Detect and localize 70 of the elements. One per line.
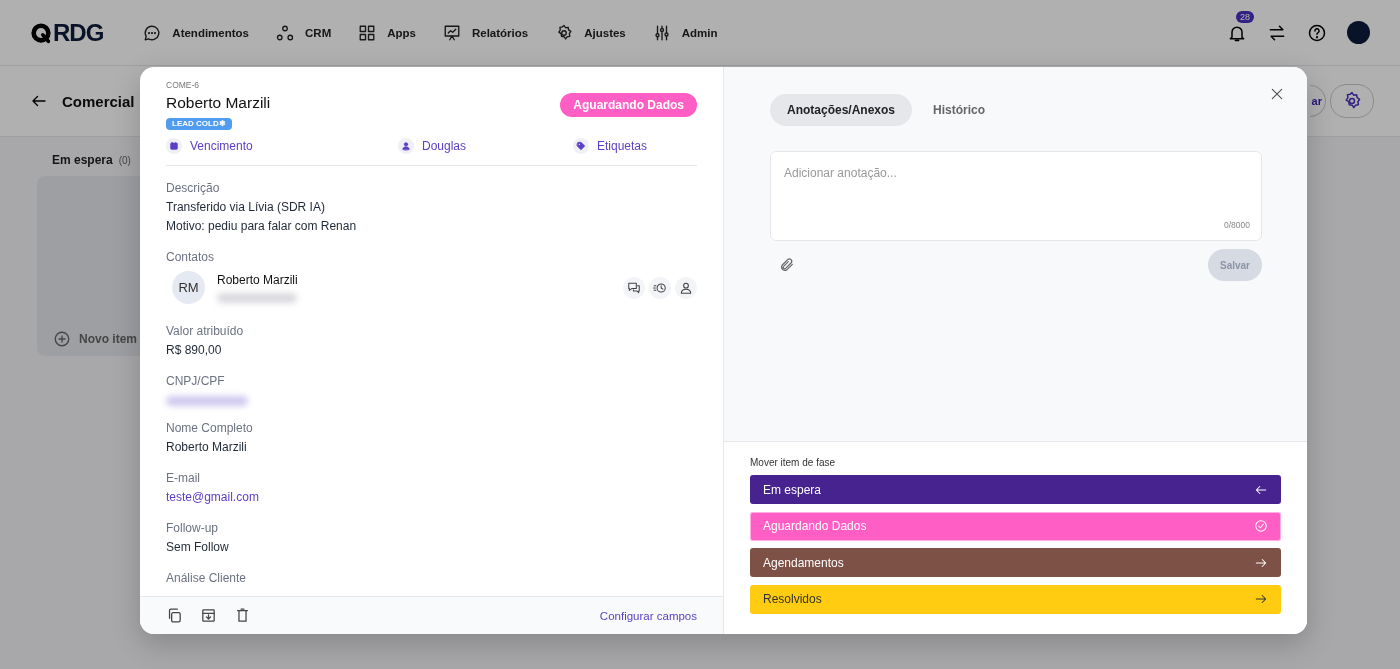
nodes-icon	[276, 23, 294, 42]
field-label: Valor atribuído	[166, 323, 245, 340]
settings-icon	[555, 23, 574, 42]
field-label: CNPJ/CPF	[166, 373, 226, 390]
field-label: Descrição	[166, 180, 221, 197]
archive-icon[interactable]	[200, 607, 217, 624]
person-outline-icon	[679, 280, 693, 295]
copy-icon[interactable]	[166, 607, 183, 624]
paperclip-icon[interactable]	[779, 257, 795, 273]
notification-badge: 28	[1236, 10, 1254, 23]
section-title: Mover item de fase	[750, 457, 837, 468]
column-title: Em espera	[52, 153, 113, 167]
field-value: R$ 890,00	[166, 342, 223, 359]
trash-icon[interactable]	[234, 607, 251, 624]
phase-button[interactable]: Em espera	[750, 475, 1281, 504]
chat-button[interactable]	[623, 276, 645, 299]
board-title: Comercial	[62, 92, 135, 110]
chat-bubble-icon	[143, 23, 162, 42]
avatar[interactable]	[1347, 21, 1370, 44]
field-value: Motivo: pediu para falar com Renan	[166, 218, 358, 235]
help-icon[interactable]	[1307, 22, 1327, 43]
field-label: Follow-up	[166, 520, 220, 537]
chat-bubbles-icon	[627, 280, 641, 295]
character-counter: 0/8000	[1224, 220, 1250, 230]
check-circle-icon	[1254, 519, 1268, 533]
field-label: E-mail	[166, 470, 201, 487]
nav-item[interactable]: Admin	[652, 23, 718, 42]
nav-item[interactable]: Apps	[358, 23, 416, 42]
nav-item[interactable]: CRM	[276, 23, 332, 42]
nav-item[interactable]: Relatórios	[442, 23, 529, 42]
configure-fields-link[interactable]: Configurar campos	[599, 609, 697, 622]
meta-link[interactable]: Vencimento	[166, 138, 398, 154]
nav-item[interactable]: Atendimentos	[143, 23, 249, 42]
tag-icon	[573, 138, 589, 154]
tab[interactable]: Histórico	[916, 94, 1003, 126]
meta-link[interactable]: Etiquetas	[573, 138, 648, 154]
close-icon[interactable]	[1269, 86, 1285, 102]
phase-button[interactable]: Resolvidos	[750, 584, 1281, 614]
column-count: (0)	[118, 154, 131, 166]
field-label: Nome Completo	[166, 420, 254, 437]
contact-button[interactable]	[675, 276, 697, 299]
sliders-icon	[652, 23, 671, 42]
phase-button[interactable]: Agendamentos	[750, 548, 1281, 577]
arrow-right-icon	[1254, 592, 1268, 606]
plus-circle-icon	[53, 330, 71, 348]
nav-item[interactable]: Ajustes	[555, 23, 626, 42]
clock-history-icon	[653, 280, 667, 295]
new-item-button[interactable]: Novo item	[53, 330, 137, 348]
contact-avatar: RM	[172, 271, 205, 304]
contact-name: Roberto Marzili	[217, 272, 298, 287]
field-value: Sem Follow	[166, 539, 230, 556]
meta-link[interactable]: Douglas	[398, 138, 573, 154]
person-icon	[398, 138, 414, 154]
history-button[interactable]	[649, 276, 671, 299]
logo-text: RDG	[53, 18, 104, 47]
email-link[interactable]: teste@gmail.com	[166, 490, 259, 504]
field-value: Transferido via Lívia (SDR IA)	[166, 199, 326, 216]
card-code: COME-6	[166, 80, 201, 90]
presentation-chart-icon	[442, 23, 461, 42]
lead-tag: LEAD COLD❄	[166, 117, 232, 130]
calendar-icon	[166, 138, 182, 154]
field-value: Roberto Marzili	[166, 439, 248, 456]
field-label: Contatos	[166, 249, 216, 266]
logo-mark-icon	[30, 21, 52, 44]
tab[interactable]: Anotações/Anexos	[770, 94, 913, 126]
card-title: Roberto Marzili	[166, 94, 271, 112]
header-button[interactable]: ar	[1309, 85, 1326, 117]
settings-button[interactable]	[1330, 84, 1374, 118]
grid-icon	[358, 23, 377, 42]
field-label: Análise Cliente	[166, 570, 248, 587]
